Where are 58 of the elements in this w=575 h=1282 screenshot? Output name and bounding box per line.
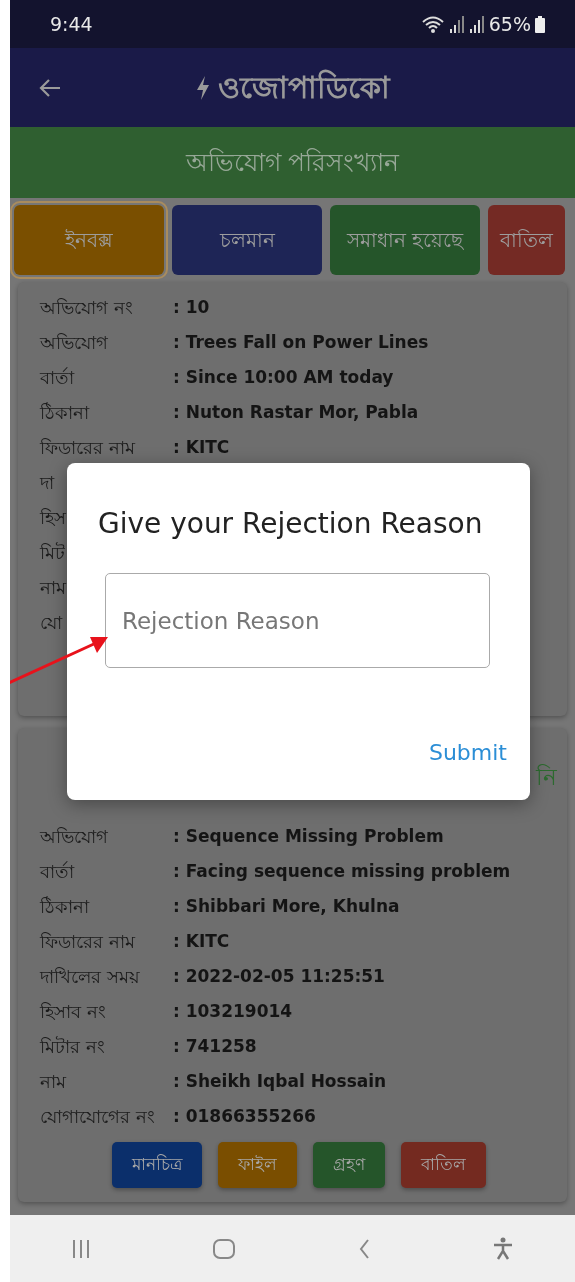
status-tab[interactable]: বাতিল	[488, 205, 565, 275]
field-label: নাম	[40, 577, 66, 598]
back-icon[interactable]	[38, 76, 62, 99]
field-label: হিসাব নং	[40, 1001, 106, 1022]
field-label: দাখিলের সময়	[40, 966, 140, 987]
field-value: : Trees Fall on Power Lines	[173, 330, 429, 354]
wifi-icon	[420, 14, 445, 34]
complaint-status: নি	[536, 763, 557, 793]
field-label: দা	[40, 472, 54, 493]
field-label: অভিযোগ নং	[40, 297, 133, 318]
field-label: অভিযোগ	[40, 332, 108, 353]
field-label: যোগাযোগের নং	[40, 1106, 155, 1127]
field-value: : Since 10:00 AM today	[173, 365, 394, 389]
section-title: অভিযোগ পরিসংখ্যান	[185, 146, 400, 179]
field-label: ফিডারের নাম	[40, 437, 135, 458]
action-button[interactable]: ফাইল	[217, 1142, 297, 1188]
field-label: ঠিকানা	[40, 896, 89, 917]
field-label: নাম	[40, 1071, 66, 1092]
field-value: : 741258	[173, 1034, 257, 1058]
field-label: মিট	[40, 542, 65, 563]
field-value: : 01866355266	[173, 1104, 316, 1128]
status-time: 9:44	[50, 11, 93, 37]
field-value: : 10	[173, 295, 210, 319]
status-tab[interactable]: চলমান	[172, 205, 322, 275]
field-value: : Sequence Missing Problem	[173, 824, 444, 848]
field-label: বার্তা	[40, 861, 74, 882]
action-button[interactable]: মানচিত্র	[111, 1142, 202, 1188]
accessibility-icon[interactable]	[493, 1237, 514, 1260]
field-value: : 103219014	[173, 999, 293, 1023]
field-value: : Nuton Rastar Mor, Pabla	[173, 400, 419, 424]
field-label: যো	[40, 612, 62, 633]
field-value: : Sheikh Iqbal Hossain	[173, 1069, 387, 1093]
recents-icon[interactable]	[71, 1239, 90, 1258]
home-icon[interactable]	[213, 1238, 236, 1259]
field-value: : Shibbari More, Khulna	[173, 894, 400, 918]
field-label: মিটার নং	[40, 1036, 105, 1057]
app-title: ওজোপাডিকো	[217, 68, 390, 107]
status-tab[interactable]: সমাধান হয়েছে	[330, 205, 480, 275]
lightning-icon	[195, 75, 210, 100]
field-label: অভিযোগ	[40, 826, 108, 847]
field-label: বার্তা	[40, 367, 74, 388]
battery-icon	[535, 15, 545, 33]
field-label: হিস	[40, 507, 66, 528]
action-button[interactable]: বাতিল	[400, 1142, 486, 1188]
battery-level: 65%	[488, 11, 531, 37]
field-label: ঠিকানা	[40, 402, 89, 423]
field-value: : Facing sequence missing problem	[173, 859, 511, 883]
field-value: : 2022-02-05 11:25:51	[173, 964, 385, 988]
field-value: : KITC	[173, 435, 230, 459]
reason-field[interactable]: Rejection Reason	[105, 573, 490, 668]
signal-icon	[468, 15, 485, 33]
back-icon[interactable]	[358, 1238, 370, 1259]
field-label: ফিডারের নাম	[40, 931, 135, 952]
submit-button[interactable]: Submit	[428, 736, 507, 769]
signal-icon	[448, 15, 465, 33]
action-button[interactable]: গ্রহণ	[312, 1142, 385, 1188]
dialog-title: Give your Rejection Reason	[98, 506, 484, 542]
field-value: : KITC	[173, 929, 230, 953]
